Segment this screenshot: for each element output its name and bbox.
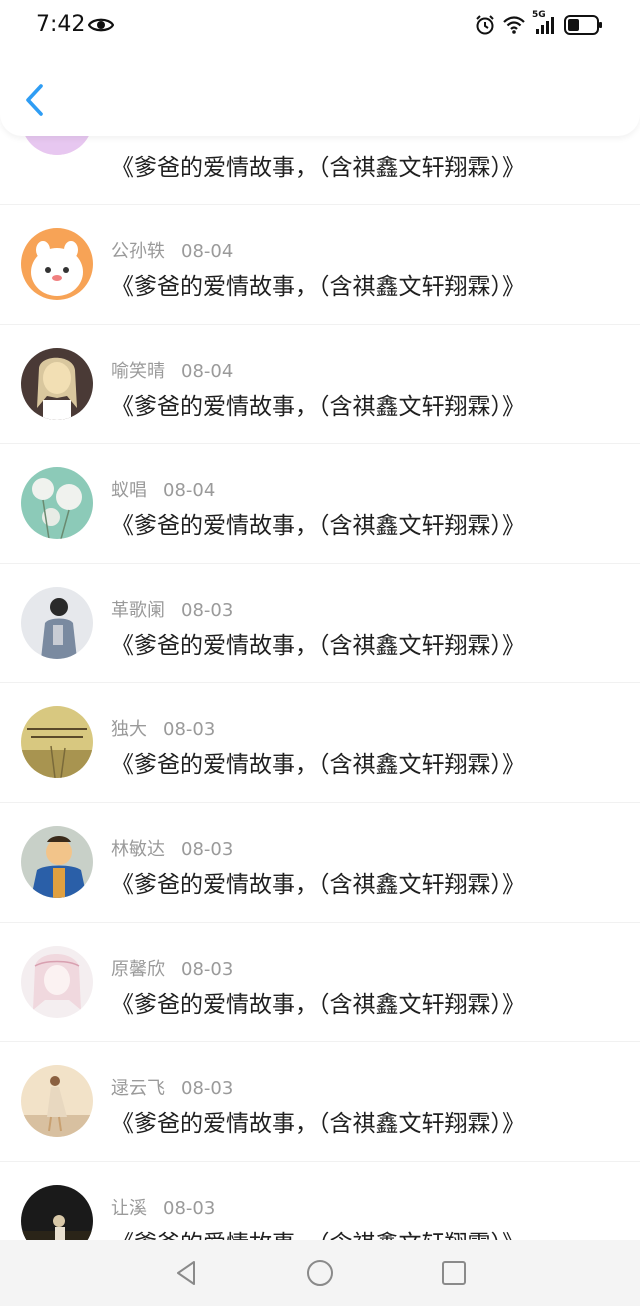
list-item[interactable]: 喻笑晴 08-04 《爹爸的爱情故事，（含祺鑫文轩翔霖）》 [0,325,640,445]
user-name[interactable]: 原馨欣 [111,959,165,980]
comment-text: 《爹爸的爱情故事，（含祺鑫文轩翔霖）》 [111,513,525,540]
eye-icon [87,16,115,38]
list-item[interactable]: 公孙轶 08-04 《爹爸的爱情故事，（含祺鑫文轩翔霖）》 [0,205,640,325]
circle-home-icon [307,1260,333,1286]
comment-date: 08-03 [181,838,234,860]
battery-icon [564,14,604,40]
comment-meta: 原馨欣 08-03 [111,955,233,981]
avatar [21,1065,93,1138]
comment-meta: 蚁唱 08-04 [111,476,215,502]
avatar [21,228,93,300]
network-label: 5G [532,10,546,20]
comment-meta: 革歌阑 08-03 [111,596,233,622]
nav-recents-button[interactable] [439,1258,469,1288]
user-name[interactable]: 喻笑晴 [111,361,165,382]
comment-meta: 独大 08-03 [111,715,215,741]
chevron-left-icon [26,84,43,116]
user-name[interactable]: 蚁唱 [111,480,147,501]
alarm-icon [474,14,496,40]
comment-text: 《爹爸的爱情故事，（含祺鑫文轩翔霖）》 [111,393,525,420]
comment-text: 《爹爸的爱情故事，（含祺鑫文轩翔霖）》 [111,991,525,1018]
comment-meta: 让溪 08-03 [111,1194,215,1220]
system-nav-bar [0,1240,640,1306]
comment-list: 《爹爸的爱情故事，（含祺鑫文轩翔霖）》 公孙轶 08-04 《爹爸的爱情故事，（含… [0,83,640,1282]
user-name[interactable]: 林敏达 [111,839,165,860]
comment-date: 08-03 [181,958,234,980]
comment-meta: 逯云飞 08-03 [111,1074,233,1100]
status-icons: 5G [474,10,604,40]
user-name[interactable]: 革歌阑 [111,600,165,621]
avatar [21,825,93,898]
comment-date: 08-03 [181,1078,234,1100]
comment-date: 08-03 [163,719,216,741]
list-item[interactable]: 原馨欣 08-03 《爹爸的爱情故事，（含祺鑫文轩翔霖）》 [0,923,640,1043]
comment-text: 《爹爸的爱情故事，（含祺鑫文轩翔霖）》 [111,752,525,779]
user-name[interactable]: 逯云飞 [111,1078,165,1099]
list-item[interactable]: 林敏达 08-03 《爹爸的爱情故事，（含祺鑫文轩翔霖）》 [0,803,640,923]
user-name[interactable]: 独大 [111,719,147,740]
header-bar [0,56,640,136]
comment-meta: 林敏达 08-03 [111,835,233,861]
comment-text: 《爹爸的爱情故事，（含祺鑫文轩翔霖）》 [111,632,525,659]
comment-date: 08-04 [181,241,234,262]
list-item[interactable]: 逯云飞 08-03 《爹爸的爱情故事，（含祺鑫文轩翔霖）》 [0,1042,640,1162]
user-name[interactable]: 让溪 [111,1198,147,1219]
list-item[interactable]: 独大 08-03 《爹爸的爱情故事，（含祺鑫文轩翔霖）》 [0,683,640,803]
back-button[interactable] [18,80,52,120]
user-name[interactable]: 公孙轶 [111,241,165,262]
comment-meta: 公孙轶 08-04 [111,237,233,263]
avatar [21,945,93,1018]
list-item[interactable]: 革歌阑 08-03 《爹爸的爱情故事，（含祺鑫文轩翔霖）》 [0,564,640,684]
status-time: 7:42 [36,12,86,37]
comment-date: 08-03 [163,1197,216,1219]
avatar [21,706,93,779]
triangle-back-icon [177,1261,195,1285]
signal-icon: 5G [532,10,558,40]
status-bar: 7:42 5G [0,0,640,56]
comment-date: 08-04 [181,360,234,382]
avatar [21,586,93,659]
comment-text: 《爹爸的爱情故事，（含祺鑫文轩翔霖）》 [111,155,525,181]
avatar [21,467,93,540]
nav-home-button[interactable] [305,1258,335,1288]
nav-back-button[interactable] [172,1258,202,1288]
wifi-icon [502,15,526,39]
comment-meta: 喻笑晴 08-04 [111,357,233,383]
comment-date: 08-03 [181,599,234,621]
list-item[interactable]: 蚁唱 08-04 《爹爸的爱情故事，（含祺鑫文轩翔霖）》 [0,444,640,564]
comment-date: 08-04 [163,480,216,502]
avatar [21,347,93,420]
comment-text: 《爹爸的爱情故事，（含祺鑫文轩翔霖）》 [111,274,525,300]
comment-text: 《爹爸的爱情故事，（含祺鑫文轩翔霖）》 [111,1111,525,1138]
comment-text: 《爹爸的爱情故事，（含祺鑫文轩翔霖）》 [111,871,525,898]
square-recents-icon [442,1261,466,1285]
